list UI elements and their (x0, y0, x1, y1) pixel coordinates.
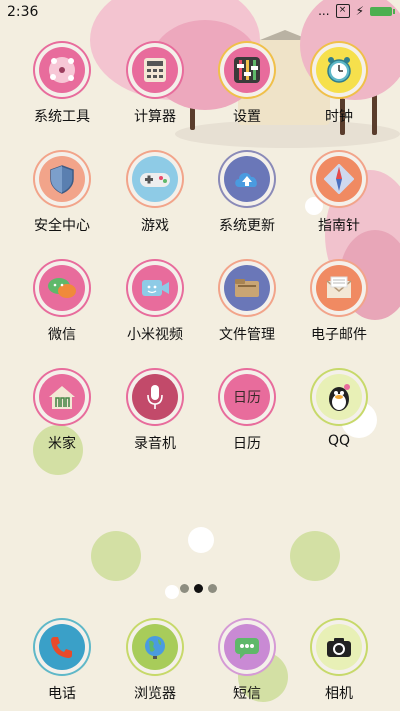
dock-app-camera[interactable]: 相机 (289, 624, 389, 703)
dock-app-browser[interactable]: 浏览器 (105, 624, 205, 703)
folder-icon (224, 265, 270, 311)
app-label: 电话 (48, 686, 76, 702)
page-indicator[interactable] (180, 584, 217, 593)
app-label: 米家 (48, 436, 76, 452)
calendar-icon: 日历 (224, 374, 270, 420)
house-icon (39, 374, 85, 420)
app-label: 设置 (233, 109, 261, 125)
app-label: 文件管理 (219, 327, 275, 343)
video-camera-icon (132, 265, 178, 311)
app-qq[interactable]: QQ (289, 374, 389, 449)
charging-bolt-icon: ⚡ (355, 4, 364, 18)
app-label: 时钟 (325, 109, 353, 125)
microphone-icon (132, 374, 178, 420)
page-dot[interactable] (208, 584, 217, 593)
status-bar: 2:36 ... × ⚡ (0, 0, 400, 24)
app-email[interactable]: 电子邮件 (289, 265, 389, 344)
app-games[interactable]: 游戏 (105, 156, 205, 235)
app-label: 日历 (233, 436, 261, 452)
deco-bubble (290, 531, 340, 581)
app-label: 电子邮件 (311, 327, 367, 343)
camera-icon (316, 624, 362, 670)
app-label: 短信 (233, 686, 261, 702)
notification-dots-icon: ... (318, 4, 330, 18)
app-mi-video[interactable]: 小米视频 (105, 265, 205, 344)
envelope-icon (316, 265, 362, 311)
app-clock[interactable]: 时钟 (289, 47, 389, 126)
battery-icon (370, 6, 395, 16)
no-sim-icon: × (335, 4, 350, 18)
app-settings[interactable]: 设置 (197, 47, 297, 126)
globe-icon (132, 624, 178, 670)
app-label: 计算器 (134, 109, 176, 125)
page-dot[interactable] (180, 584, 189, 593)
deco-bubble (91, 531, 141, 581)
app-label: QQ (327, 433, 351, 449)
phone-handset-icon (39, 624, 85, 670)
app-compass[interactable]: 指南针 (289, 156, 389, 235)
app-label: 系统工具 (34, 109, 90, 125)
app-label: 相机 (325, 686, 353, 702)
alarm-clock-icon (316, 47, 362, 93)
message-bubble-icon (224, 624, 270, 670)
app-label: 指南针 (318, 218, 360, 234)
shield-icon (39, 156, 85, 202)
compass-icon (316, 156, 362, 202)
app-calendar[interactable]: 日历 日历 (197, 374, 297, 453)
settings-sliders-icon (224, 47, 270, 93)
calendar-icon-text: 日历 (233, 390, 261, 406)
app-label: 安全中心 (34, 218, 90, 234)
qq-penguin-icon (316, 374, 362, 420)
app-mi-home[interactable]: 米家 (12, 374, 112, 453)
app-recorder[interactable]: 录音机 (105, 374, 205, 453)
system-tools-icon (39, 47, 85, 93)
dock-app-messages[interactable]: 短信 (197, 624, 297, 703)
page-dot-active[interactable] (194, 584, 203, 593)
app-security-center[interactable]: 安全中心 (12, 156, 112, 235)
app-label: 小米视频 (127, 327, 183, 343)
calculator-icon (132, 47, 178, 93)
status-time: 2:36 (7, 4, 39, 20)
app-wechat[interactable]: 微信 (12, 265, 112, 344)
app-label: 录音机 (134, 436, 176, 452)
app-system-update[interactable]: 系统更新 (197, 156, 297, 235)
app-label: 微信 (48, 327, 76, 343)
wechat-icon (39, 265, 85, 311)
app-label: 系统更新 (219, 218, 275, 234)
update-upload-icon (224, 156, 270, 202)
app-file-manager[interactable]: 文件管理 (197, 265, 297, 344)
deco-bubble (188, 527, 214, 553)
gamepad-icon (132, 156, 178, 202)
app-system-tools[interactable]: 系统工具 (12, 47, 112, 126)
app-label: 游戏 (141, 218, 169, 234)
dock-app-phone[interactable]: 电话 (12, 624, 112, 703)
status-icons: ... × ⚡ (318, 4, 395, 18)
app-label: 浏览器 (134, 686, 176, 702)
app-calculator[interactable]: 计算器 (105, 47, 205, 126)
deco-bubble (165, 585, 179, 599)
